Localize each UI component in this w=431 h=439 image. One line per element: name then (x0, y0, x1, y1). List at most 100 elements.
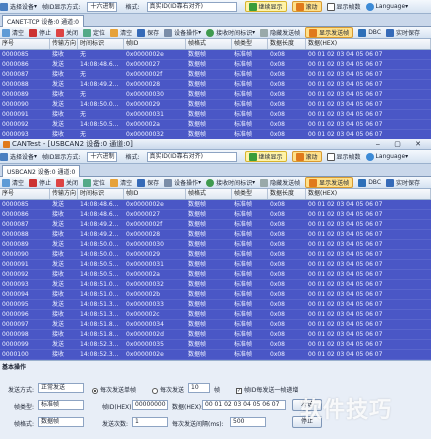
frame-id-input[interactable]: 00000000 (132, 400, 168, 410)
save-button[interactable]: 保存 (137, 27, 159, 38)
table-row[interactable]: 0000093 接收 无 0x00000032 数据帧 标准帧 0x08 00 01 02 0… (0, 130, 431, 139)
column-header[interactable]: 序号 (0, 189, 50, 199)
frame-grid-1[interactable]: 序号 传输方向 时间标识 帧ID 帧格式 帧类型 数据长度 数据(HEX) 0000085 接收无… (0, 39, 431, 139)
select-device-button-2[interactable]: 选择设备 ▾ (0, 151, 37, 162)
column-header[interactable]: 帧类型 (232, 189, 268, 199)
table-row[interactable]: 0000086 接收 14:08:48.6... 0x0000027 数据帧 标准帧 0x0… (0, 210, 431, 220)
close-button-2[interactable]: 关闭 (56, 177, 78, 188)
table-row[interactable]: 0000087 接收 无 0x0000002f 数据帧 标准帧 0x08 00 01 02 0… (0, 70, 431, 80)
interval-input[interactable]: 500 (230, 417, 266, 427)
table-row[interactable]: 0000085 接收 无 0x0000002e 数据帧 标准帧 0x08 00 01 02 0… (0, 50, 431, 60)
show-frames-button-2[interactable]: 显示帧数 (326, 151, 361, 162)
stop-button[interactable]: 停止 (29, 27, 51, 38)
table-row[interactable]: 0000089 发送 14:08:50.0... 0x00000030 数据帧 标准帧 0x… (0, 240, 431, 250)
column-header[interactable]: 时间标识 (78, 39, 124, 49)
close-button[interactable]: 关闭 (56, 27, 78, 38)
frame-format-select[interactable]: 数据帧 (38, 417, 84, 427)
table-row[interactable]: 0000088 发送 14:08:49.2... 0x0000028 数据帧 标准帧 0x0… (0, 80, 431, 90)
table-row[interactable]: 0000087 发送 14:08:49.2... 0x0000002f 数据帧 标准帧 0x… (0, 220, 431, 230)
window-controls[interactable]: ‒ ▢ ✕ (376, 140, 427, 148)
table-row[interactable]: 0000092 发送 14:08:50.5... 0x000002a 数据帧 标准帧 0x0… (0, 120, 431, 130)
language-button-2[interactable]: Language ▾ (365, 151, 408, 162)
show-sent-button-2[interactable]: 显示发送帧 (305, 177, 354, 188)
dbc-button[interactable]: DBC (358, 27, 381, 38)
table-row[interactable]: 0000100 接收 14:08:52.3... 0x0000002e 数据帧 标准帧 0x… (0, 350, 431, 360)
column-header[interactable]: 数据长度 (268, 39, 306, 49)
format-select-2[interactable]: 真实ID(ID靠右对齐) (146, 151, 237, 162)
column-header[interactable]: 帧类型 (232, 39, 268, 49)
column-header[interactable]: 序号 (0, 39, 50, 49)
table-row[interactable]: 0000092 接收 14:08:50.5... 0x000002a 数据帧 标准帧 0x0… (0, 270, 431, 280)
table-row[interactable]: 0000086 发送 14:08:48.6... 0x0000027 数据帧 标准帧 0x0… (0, 60, 431, 70)
show-frames-button[interactable]: 显示帧数 (326, 1, 361, 12)
select-device-button[interactable]: 选择设备 ▾ (0, 1, 37, 12)
frame-id-mode-select-2[interactable]: 十六进制 (87, 151, 118, 162)
table-row[interactable]: 0000089 接收 无 0x00000030 数据帧 标准帧 0x08 00 01 02 0… (0, 90, 431, 100)
table-row[interactable]: 0000099 发送 14:08:52.3... 0x00000035 数据帧 标准帧 0x… (0, 340, 431, 350)
locate-button[interactable]: 定位 (83, 27, 105, 38)
column-header[interactable]: 传输方向 (50, 189, 78, 199)
column-header[interactable]: 帧ID (124, 189, 186, 199)
column-header[interactable]: 帧格式 (186, 189, 232, 199)
frame-id-mode-select[interactable]: 十六进制 (87, 1, 118, 12)
show-sent-button[interactable]: 显示发送帧 (305, 27, 354, 38)
table-row[interactable]: 0000091 发送 14:08:50.5... 0x00000031 数据帧 标准帧 0x… (0, 260, 431, 270)
scroll-button[interactable]: 滚动 (291, 1, 322, 12)
table-row[interactable]: 0000093 发送 14:08:51.0... 0x00000032 数据帧 标准帧 0x… (0, 280, 431, 290)
send-count-input[interactable]: 1 (132, 417, 168, 427)
dbc-button-2[interactable]: DBC (358, 177, 381, 188)
stop-button-2[interactable]: 停止 (29, 177, 51, 188)
table-row[interactable]: 0000088 接收 14:08:49.2... 0x0000028 数据帧 标准帧 0x0… (0, 230, 431, 240)
clear-button-2[interactable]: 清空 (2, 177, 24, 188)
frame-grid-2[interactable]: 序号 传输方向 时间标识 帧ID 帧格式 帧类型 数据长度 数据(HEX) 0000085 发送 1… (0, 189, 431, 360)
frame-type-select[interactable]: 标准帧 (38, 400, 84, 410)
language-button[interactable]: Language ▾ (365, 1, 408, 12)
table-row[interactable]: 0000091 接收 无 0x00000031 数据帧 标准帧 0x08 00 01 02 0… (0, 110, 431, 120)
hide-sent-button-2[interactable]: 隐藏发送帧 (260, 177, 300, 188)
tab-usbcan2[interactable]: USBCAN2 设备:0 通道:0 (2, 165, 81, 177)
check-id-increment[interactable]: ✓ 帧ID每发送一帧递增 (236, 385, 298, 394)
table-row[interactable]: 0000094 接收 14:08:51.0... 0x000002b 数据帧 标准帧 0x0… (0, 290, 431, 300)
clear-list-button-2[interactable]: 清空 (110, 177, 132, 188)
rx-timestamp-button-2[interactable]: 接收时间标识 ▾ (206, 177, 255, 188)
hide-icon (260, 178, 269, 187)
radio-each-count[interactable]: 每次发送 (152, 385, 184, 394)
column-header[interactable]: 传输方向 (50, 39, 78, 49)
hide-sent-button[interactable]: 隐藏发送帧 (260, 27, 300, 38)
clear-list-button[interactable]: 清空 (110, 27, 132, 38)
save-button-2[interactable]: 保存 (137, 177, 159, 188)
column-header[interactable]: 数据长度 (268, 189, 306, 199)
table-row[interactable]: 0000090 发送 14:08:50.0... 0x0000029 数据帧 标准帧 0x0… (0, 100, 431, 110)
table-cell: 00 01 02 03 04 05 06 07 (308, 331, 383, 338)
column-header[interactable]: 帧ID (124, 39, 186, 49)
column-header[interactable]: 时间标识 (78, 189, 124, 199)
radio-each-single[interactable]: 每次发送单帧 (92, 385, 136, 394)
locate-button-2[interactable]: 定位 (83, 177, 105, 188)
column-header[interactable]: 数据(HEX) (306, 189, 431, 199)
count-input[interactable]: 10 (188, 383, 210, 393)
device-ops-button-2[interactable]: 设备操作 ▾ (164, 177, 201, 188)
table-row[interactable]: 0000098 接收 14:08:51.8... 0x0000002d 数据帧 标准帧 0x… (0, 330, 431, 340)
table-row[interactable]: 0000097 发送 14:08:51.8... 0x00000034 数据帧 标准帧 0x… (0, 320, 431, 330)
table-row[interactable]: 0000095 发送 14:08:51.3... 0x00000033 数据帧 标准帧 0x… (0, 300, 431, 310)
send-mode-select[interactable]: 正常发送 (38, 383, 84, 393)
realtime-save-button[interactable]: 实时保存 (386, 27, 420, 38)
table-row[interactable]: 0000085 发送 14:08:48.6... 0x0000002e 数据帧 标准帧 0x… (0, 200, 431, 210)
continue-display-button-2[interactable]: 继续显示 (244, 151, 287, 162)
table-row[interactable]: 0000096 接收 14:08:51.3... 0x000002c 数据帧 标准帧 0x0… (0, 310, 431, 320)
realtime-save-button-2[interactable]: 实时保存 (386, 177, 420, 188)
format-select[interactable]: 真实ID(ID靠右对齐) (146, 1, 237, 12)
table-cell: 标准帧 (234, 71, 253, 78)
tab-canet-tcp[interactable]: CANET-TCP 设备:0 通道:0 (2, 15, 84, 27)
continue-display-button[interactable]: 继续显示 (244, 1, 287, 12)
table-row[interactable]: 0000090 接收 14:08:50.0... 0x0000029 数据帧 标准帧 0x0… (0, 250, 431, 260)
data-input[interactable]: 00 01 02 03 04 05 06 07 (202, 400, 286, 410)
clear-button[interactable]: 清空 (2, 27, 24, 38)
device-ops-button[interactable]: 设备操作 ▾ (164, 27, 201, 38)
scroll-button-2[interactable]: 滚动 (291, 151, 322, 162)
table-cell: 14:08:50.0... (80, 101, 119, 108)
table-cell: 发送 (52, 221, 65, 228)
rx-timestamp-button[interactable]: 接收时间标识 ▾ (206, 27, 255, 38)
column-header[interactable]: 数据(HEX) (306, 39, 431, 49)
column-header[interactable]: 帧格式 (186, 39, 232, 49)
